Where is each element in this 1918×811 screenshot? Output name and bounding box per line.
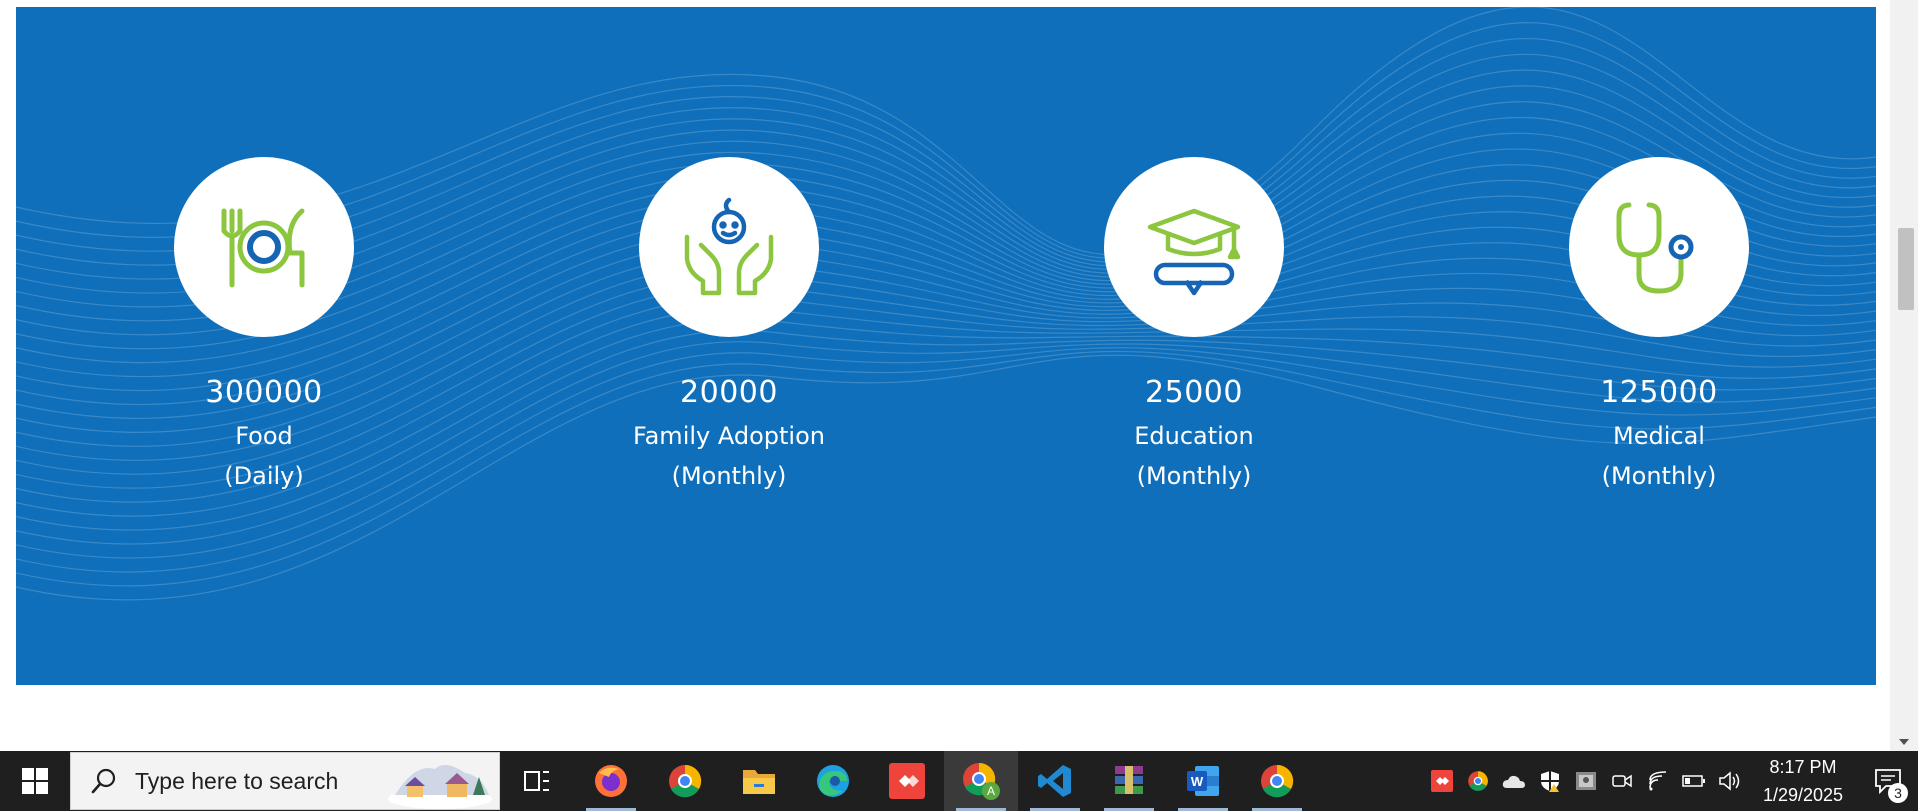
stat-education: 25000 Education (Monthly) <box>1034 157 1354 490</box>
stat-label: Family Adoption <box>633 422 825 450</box>
taskbar-word[interactable]: W <box>1166 751 1240 811</box>
anydesk-icon <box>889 763 925 799</box>
task-view-button[interactable] <box>500 751 574 811</box>
vscode-icon <box>1038 765 1071 797</box>
taskbar-firefox[interactable] <box>574 751 648 811</box>
impact-stats-banner: 300000 Food (Daily) 20000 Family Adoptio… <box>16 7 1876 685</box>
stat-count: 20000 <box>680 375 778 410</box>
chrome-icon <box>669 764 702 798</box>
stat-food: 300000 Food (Daily) <box>104 157 424 490</box>
taskbar-vscode[interactable] <box>1018 751 1092 811</box>
chrome-tray-icon <box>1468 771 1488 791</box>
tray-meet[interactable] <box>1604 751 1640 811</box>
windows-taskbar: Type here to search A W 8:17 PM 1/29/202… <box>0 751 1918 811</box>
plate-cutlery-icon <box>221 208 305 288</box>
tray-onedrive[interactable] <box>1496 751 1532 811</box>
tray-battery[interactable] <box>1676 751 1712 811</box>
scroll-down-arrow-icon[interactable] <box>1899 739 1909 745</box>
winrar-icon <box>1115 766 1143 794</box>
stat-icon-circle <box>174 157 354 337</box>
stat-icon-circle <box>1104 157 1284 337</box>
stat-period: (Monthly) <box>671 462 787 490</box>
file-explorer-icon <box>743 770 775 794</box>
notification-count-badge: 3 <box>1888 783 1908 803</box>
taskbar-clock[interactable]: 8:17 PM 1/29/2025 <box>1748 753 1858 809</box>
battery-icon <box>1682 775 1705 787</box>
firefox-icon <box>595 765 627 797</box>
taskbar-chrome-profile[interactable]: A <box>944 751 1018 811</box>
browser-page: 300000 Food (Daily) 20000 Family Adoptio… <box>0 0 1918 811</box>
stat-medical: 125000 Medical (Monthly) <box>1499 157 1819 490</box>
stat-period: (Daily) <box>224 462 304 490</box>
stat-label: Medical <box>1613 422 1705 450</box>
tray-chrome[interactable] <box>1460 751 1496 811</box>
start-button[interactable] <box>0 751 70 811</box>
stat-family-adoption: 20000 Family Adoption (Monthly) <box>569 157 889 490</box>
taskbar-anydesk[interactable] <box>870 751 944 811</box>
taskbar-winrar[interactable] <box>1092 751 1166 811</box>
volume-icon <box>1719 771 1740 791</box>
task-view-icon <box>524 771 549 791</box>
display-icon <box>1576 772 1596 790</box>
edge-icon <box>817 765 849 797</box>
stat-period: (Monthly) <box>1136 462 1252 490</box>
security-icon <box>1541 771 1559 792</box>
windows-logo-icon <box>22 768 48 794</box>
scrollbar-thumb[interactable] <box>1898 228 1914 310</box>
taskbar-search-box[interactable]: Type here to search <box>70 752 500 810</box>
tray-wifi[interactable] <box>1640 751 1676 811</box>
tray-display[interactable] <box>1568 751 1604 811</box>
taskbar-chrome-2[interactable] <box>1240 751 1314 811</box>
svg-text:W: W <box>1191 774 1204 789</box>
taskbar-file-explorer[interactable] <box>722 751 796 811</box>
onedrive-icon <box>1502 775 1525 788</box>
system-tray: 8:17 PM 1/29/2025 3 <box>1424 751 1918 811</box>
stat-label: Food <box>235 422 293 450</box>
word-icon: W <box>1187 766 1219 796</box>
stat-count: 300000 <box>205 375 323 410</box>
stat-period: (Monthly) <box>1601 462 1717 490</box>
stat-label: Education <box>1134 422 1254 450</box>
taskbar-edge[interactable] <box>796 751 870 811</box>
search-icon <box>91 768 116 794</box>
search-placeholder: Type here to search <box>135 767 339 794</box>
tray-anydesk[interactable] <box>1424 751 1460 811</box>
winter-village-highlight-icon <box>388 764 492 809</box>
vertical-scrollbar[interactable] <box>1890 0 1918 751</box>
meet-icon <box>1612 774 1632 788</box>
svg-text:A: A <box>987 784 995 798</box>
graduation-cap-icon <box>1147 208 1241 296</box>
chrome-icon <box>1261 764 1294 798</box>
taskbar-chrome[interactable] <box>648 751 722 811</box>
tray-security[interactable] <box>1532 751 1568 811</box>
baby-hands-icon <box>684 197 774 296</box>
tray-volume[interactable] <box>1712 751 1748 811</box>
chrome-profile-icon: A <box>963 762 1000 800</box>
stat-icon-circle <box>1569 157 1749 337</box>
notification-center-button[interactable]: 3 <box>1858 751 1918 811</box>
clock-date: 1/29/2025 <box>1762 785 1844 805</box>
wifi-icon <box>1649 771 1667 791</box>
clock-time: 8:17 PM <box>1769 757 1837 777</box>
stat-count: 25000 <box>1145 375 1243 410</box>
stat-icon-circle <box>639 157 819 337</box>
stethoscope-icon <box>1616 202 1694 294</box>
stat-count: 125000 <box>1600 375 1718 410</box>
anydesk-tray-icon <box>1431 770 1453 792</box>
